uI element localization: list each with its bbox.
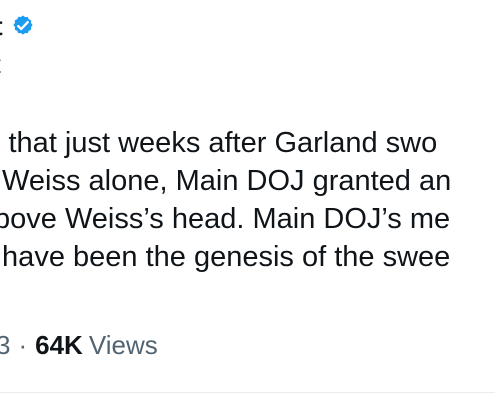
tweet-divider xyxy=(0,392,495,393)
meta-separator: · xyxy=(18,330,28,360)
views-label[interactable]: Views xyxy=(89,330,158,360)
tweet-body-line: have been the genesis of the swee xyxy=(0,241,451,273)
tweet-body-line: Weiss alone, Main DOJ granted an xyxy=(0,165,452,197)
verified-badge-icon[interactable] xyxy=(11,14,35,38)
tweet-meta-row: 3 · 64K Views xyxy=(0,329,158,361)
timestamp-fragment[interactable]: 3 xyxy=(0,330,10,360)
tweet-card: t t l that just weeks after Garland swo … xyxy=(0,0,495,400)
author-row: t xyxy=(0,13,35,39)
tweet-body: l that just weeks after Garland swo Weis… xyxy=(0,124,495,276)
views-count[interactable]: 64K xyxy=(35,330,83,360)
author-handle[interactable]: t xyxy=(0,53,1,78)
author-display-name[interactable]: t xyxy=(0,13,3,39)
tweet-body-line: l that just weeks after Garland swo xyxy=(0,127,438,159)
tweet-body-line: bove Weiss’s head. Main DOJ’s me xyxy=(0,203,451,235)
